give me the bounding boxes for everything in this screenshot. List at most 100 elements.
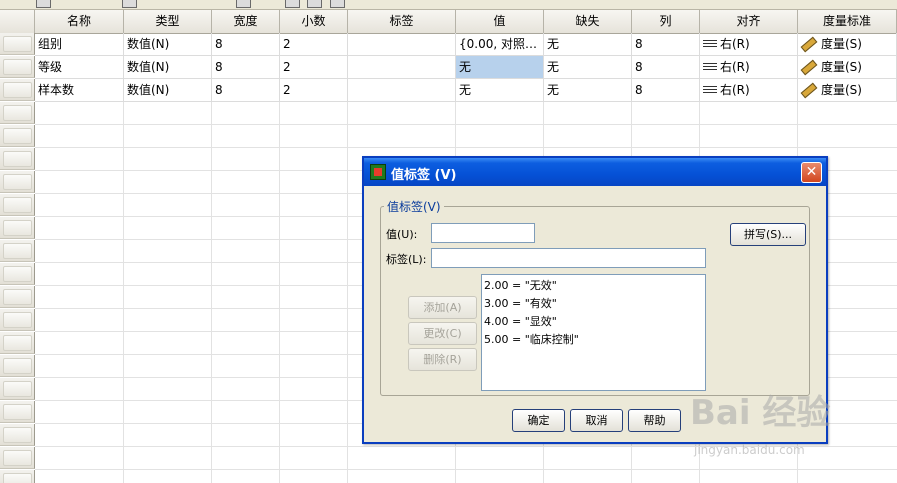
close-button[interactable]: ✕ bbox=[801, 162, 822, 183]
cell-missing[interactable]: 无 bbox=[544, 33, 632, 56]
cell-values[interactable]: 无 bbox=[456, 79, 544, 102]
cell-measure[interactable]: 度量(S) bbox=[798, 79, 897, 102]
grid-hline bbox=[35, 446, 897, 447]
row-number-button[interactable] bbox=[0, 286, 35, 308]
cell-decimals[interactable]: 2 bbox=[280, 79, 348, 102]
column-header-decimals[interactable]: 小数 bbox=[280, 10, 348, 33]
row-number-button[interactable] bbox=[0, 424, 35, 446]
list-item[interactable]: 3.00 = "有效" bbox=[484, 295, 705, 313]
value-labels-dialog: 值标签 (V) ✕ 值标签(V) 值(U): 标签(L): 拼写(S)... 添… bbox=[362, 156, 828, 444]
cell-width[interactable]: 8 bbox=[212, 79, 280, 102]
column-header-values[interactable]: 值 bbox=[456, 10, 544, 33]
column-header-type[interactable]: 类型 bbox=[124, 10, 212, 33]
cell-align[interactable]: 右(R) bbox=[700, 56, 798, 79]
value-field-label: 值(U): bbox=[386, 228, 418, 241]
corner-cell[interactable] bbox=[0, 10, 35, 33]
measure-text: 度量(S) bbox=[821, 60, 862, 74]
cell-label[interactable] bbox=[348, 33, 456, 56]
cell-name[interactable]: 等级 bbox=[35, 56, 124, 79]
list-item[interactable]: 5.00 = "临床控制" bbox=[484, 331, 705, 349]
cell-decimals[interactable]: 2 bbox=[280, 33, 348, 56]
cell-columns[interactable]: 8 bbox=[632, 56, 700, 79]
align-right-icon bbox=[703, 63, 717, 72]
column-header-columns[interactable]: 列 bbox=[632, 10, 700, 33]
row-number-button[interactable] bbox=[0, 171, 35, 193]
column-header-missing[interactable]: 缺失 bbox=[544, 10, 632, 33]
cell-type[interactable]: 数值(N) bbox=[124, 56, 212, 79]
column-header-label[interactable]: 标签 bbox=[348, 10, 456, 33]
cell-columns[interactable]: 8 bbox=[632, 33, 700, 56]
column-header-row: 名称 类型 宽度 小数 标签 值 缺失 列 对齐 度量标准 bbox=[0, 10, 897, 34]
cell-label[interactable] bbox=[348, 56, 456, 79]
dialog-titlebar[interactable]: 值标签 (V) ✕ bbox=[364, 158, 826, 186]
row-number-button[interactable] bbox=[0, 194, 35, 216]
spss-app-icon bbox=[370, 164, 386, 180]
row-number-button[interactable] bbox=[0, 332, 35, 354]
cell-values-selected[interactable]: 无 bbox=[456, 56, 544, 79]
dialog-title: 值标签 (V) bbox=[391, 168, 457, 183]
change-button[interactable]: 更改(C) bbox=[408, 322, 477, 345]
row-number-button[interactable] bbox=[0, 56, 35, 78]
cancel-button[interactable]: 取消 bbox=[570, 409, 623, 432]
row-number-button[interactable] bbox=[0, 125, 35, 147]
ruler-icon bbox=[800, 59, 818, 76]
row-number-button[interactable] bbox=[0, 33, 35, 55]
toolbar-icon[interactable] bbox=[330, 0, 345, 8]
toolbar-icon[interactable] bbox=[236, 0, 251, 8]
cell-type[interactable]: 数值(N) bbox=[124, 79, 212, 102]
value-input[interactable] bbox=[431, 223, 535, 243]
cell-width[interactable]: 8 bbox=[212, 56, 280, 79]
row-number-button[interactable] bbox=[0, 401, 35, 423]
cell-name[interactable]: 组别 bbox=[35, 33, 124, 56]
measure-text: 度量(S) bbox=[821, 37, 862, 51]
toolbar-icon[interactable] bbox=[36, 0, 51, 8]
cell-missing[interactable]: 无 bbox=[544, 56, 632, 79]
row-number-button[interactable] bbox=[0, 355, 35, 377]
column-header-measure[interactable]: 度量标准 bbox=[798, 10, 897, 33]
row-number-button[interactable] bbox=[0, 447, 35, 469]
list-item[interactable]: 4.00 = "显效" bbox=[484, 313, 705, 331]
cell-missing[interactable]: 无 bbox=[544, 79, 632, 102]
grid-hline bbox=[35, 469, 897, 470]
cell-measure[interactable]: 度量(S) bbox=[798, 56, 897, 79]
spell-button[interactable]: 拼写(S)... bbox=[730, 223, 806, 246]
cell-values[interactable]: {0.00, 对照… bbox=[456, 33, 544, 56]
column-header-width[interactable]: 宽度 bbox=[212, 10, 280, 33]
toolbar-icon[interactable] bbox=[285, 0, 300, 8]
value-labels-list[interactable]: 2.00 = "无效" 3.00 = "有效" 4.00 = "显效" 5.00… bbox=[481, 274, 706, 391]
add-button[interactable]: 添加(A) bbox=[408, 296, 477, 319]
list-item[interactable]: 2.00 = "无效" bbox=[484, 277, 705, 295]
row-number-button[interactable] bbox=[0, 148, 35, 170]
row-number-button[interactable] bbox=[0, 378, 35, 400]
cell-measure[interactable]: 度量(S) bbox=[798, 33, 897, 56]
align-text: 右(R) bbox=[720, 83, 750, 97]
ruler-icon bbox=[800, 36, 818, 53]
cell-name[interactable]: 样本数 bbox=[35, 79, 124, 102]
column-header-align[interactable]: 对齐 bbox=[700, 10, 798, 33]
row-number-button[interactable] bbox=[0, 263, 35, 285]
help-button[interactable]: 帮助 bbox=[628, 409, 681, 432]
cell-decimals[interactable]: 2 bbox=[280, 56, 348, 79]
toolbar bbox=[0, 0, 897, 10]
row-number-button[interactable] bbox=[0, 240, 35, 262]
cell-label[interactable] bbox=[348, 79, 456, 102]
cell-align[interactable]: 右(R) bbox=[700, 33, 798, 56]
row-number-button[interactable] bbox=[0, 309, 35, 331]
cell-width[interactable]: 8 bbox=[212, 33, 280, 56]
column-header-name[interactable]: 名称 bbox=[35, 10, 124, 33]
ok-button[interactable]: 确定 bbox=[512, 409, 565, 432]
remove-button[interactable]: 删除(R) bbox=[408, 348, 477, 371]
align-right-icon bbox=[703, 86, 717, 95]
row-number-button[interactable] bbox=[0, 470, 35, 483]
cell-columns[interactable]: 8 bbox=[632, 79, 700, 102]
row-number-button[interactable] bbox=[0, 217, 35, 239]
row-number-button[interactable] bbox=[0, 102, 35, 124]
cell-align[interactable]: 右(R) bbox=[700, 79, 798, 102]
row-number-button[interactable] bbox=[0, 79, 35, 101]
toolbar-icon[interactable] bbox=[307, 0, 322, 8]
measure-text: 度量(S) bbox=[821, 83, 862, 97]
label-input[interactable] bbox=[431, 248, 706, 268]
grid-hline bbox=[35, 124, 897, 125]
toolbar-icon[interactable] bbox=[122, 0, 137, 8]
cell-type[interactable]: 数值(N) bbox=[124, 33, 212, 56]
